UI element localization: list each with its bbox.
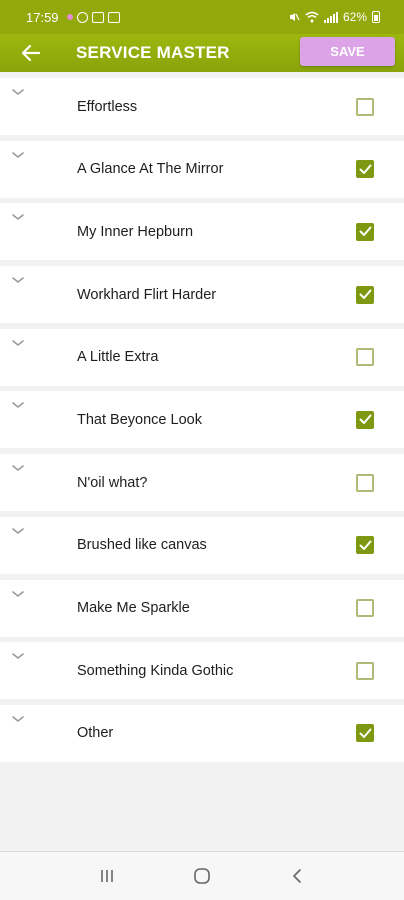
check-icon (359, 414, 371, 425)
arrow-left-icon (22, 45, 40, 61)
home-button[interactable] (182, 861, 222, 891)
service-checkbox[interactable] (356, 285, 374, 304)
chevron-down-icon[interactable] (10, 399, 26, 411)
list-item[interactable]: Other (0, 704, 404, 762)
service-checkbox[interactable] (356, 599, 374, 617)
service-checkbox[interactable] (356, 536, 374, 555)
app-bar: SERVICE MASTER SAVE (0, 34, 404, 72)
service-checkbox[interactable] (356, 724, 374, 743)
list-item[interactable]: My Inner Hepburn (0, 203, 404, 261)
app-notification-icon (76, 11, 88, 23)
list-item[interactable]: N'oil what? (0, 454, 404, 512)
service-checkbox[interactable] (356, 160, 374, 179)
service-label: Something Kinda Gothic (77, 662, 234, 679)
chevron-down-icon[interactable] (10, 525, 26, 537)
home-icon (194, 868, 210, 884)
signal-icon (323, 11, 338, 23)
service-label: My Inner Hepburn (77, 223, 194, 240)
chevron-down-icon[interactable] (10, 337, 26, 349)
status-time: 17:59 (26, 9, 59, 25)
chevron-down-icon[interactable] (10, 713, 26, 725)
service-checkbox[interactable] (356, 410, 374, 429)
service-checkbox[interactable] (356, 97, 374, 116)
list-item[interactable]: A Glance At The Mirror (0, 140, 404, 198)
service-label: Workhard Flirt Harder (77, 286, 217, 303)
chevron-down-icon[interactable] (10, 588, 26, 600)
service-checkbox[interactable] (356, 348, 374, 367)
recent-apps-button[interactable] (87, 861, 127, 891)
chevron-down-icon[interactable] (10, 211, 26, 223)
chevron-down-icon[interactable] (10, 149, 26, 161)
list-item[interactable]: That Beyonce Look (0, 391, 404, 449)
service-label: Other (77, 725, 114, 742)
check-icon (359, 164, 371, 174)
battery-icon (372, 11, 380, 23)
service-checkbox[interactable] (356, 661, 374, 680)
chevron-down-icon[interactable] (10, 274, 26, 286)
check-icon (359, 728, 371, 738)
list-item[interactable]: Brushed like canvas (0, 516, 404, 574)
page-title: SERVICE MASTER (76, 43, 230, 62)
image-notification-icon (91, 11, 104, 23)
status-bar: 17:59 62% (0, 0, 404, 34)
notification-dot-icon (66, 14, 73, 20)
chevron-down-icon[interactable] (10, 650, 26, 662)
list-item[interactable]: Workhard Flirt Harder (0, 266, 404, 324)
back-icon (292, 869, 301, 883)
list-item[interactable]: A Little Extra (0, 328, 404, 386)
battery-percent: 62% (342, 10, 367, 24)
service-label: A Glance At The Mirror (77, 161, 224, 178)
list-item[interactable]: Effortless (0, 78, 404, 135)
service-list: Effortless A Glance At The Mirror My Inner… (0, 78, 404, 768)
save-button[interactable]: SAVE (300, 37, 395, 66)
service-label: Make Me Sparkle (77, 600, 190, 616)
service-label: Effortless (77, 98, 138, 115)
system-nav-bar (0, 852, 404, 900)
service-label: A Little Extra (77, 349, 159, 366)
check-icon (359, 226, 371, 237)
service-label: N'oil what? (77, 474, 148, 491)
service-label: That Beyonce Look (77, 411, 202, 428)
chevron-down-icon[interactable] (10, 462, 26, 474)
list-item[interactable]: Make Me Sparkle (0, 579, 404, 637)
service-label: Brushed like canvas (77, 537, 207, 554)
check-icon (359, 289, 371, 300)
system-back-button[interactable] (277, 861, 317, 891)
wifi-icon (305, 11, 319, 23)
service-checkbox[interactable] (356, 473, 374, 492)
back-button[interactable] (22, 34, 62, 72)
list-item[interactable]: Something Kinda Gothic (0, 642, 404, 700)
check-icon (359, 540, 371, 550)
mute-icon (289, 13, 300, 21)
recent-apps-icon (101, 870, 114, 882)
chevron-down-icon[interactable] (10, 86, 26, 98)
service-checkbox[interactable] (356, 222, 374, 241)
screen-notification-icon (107, 11, 120, 23)
